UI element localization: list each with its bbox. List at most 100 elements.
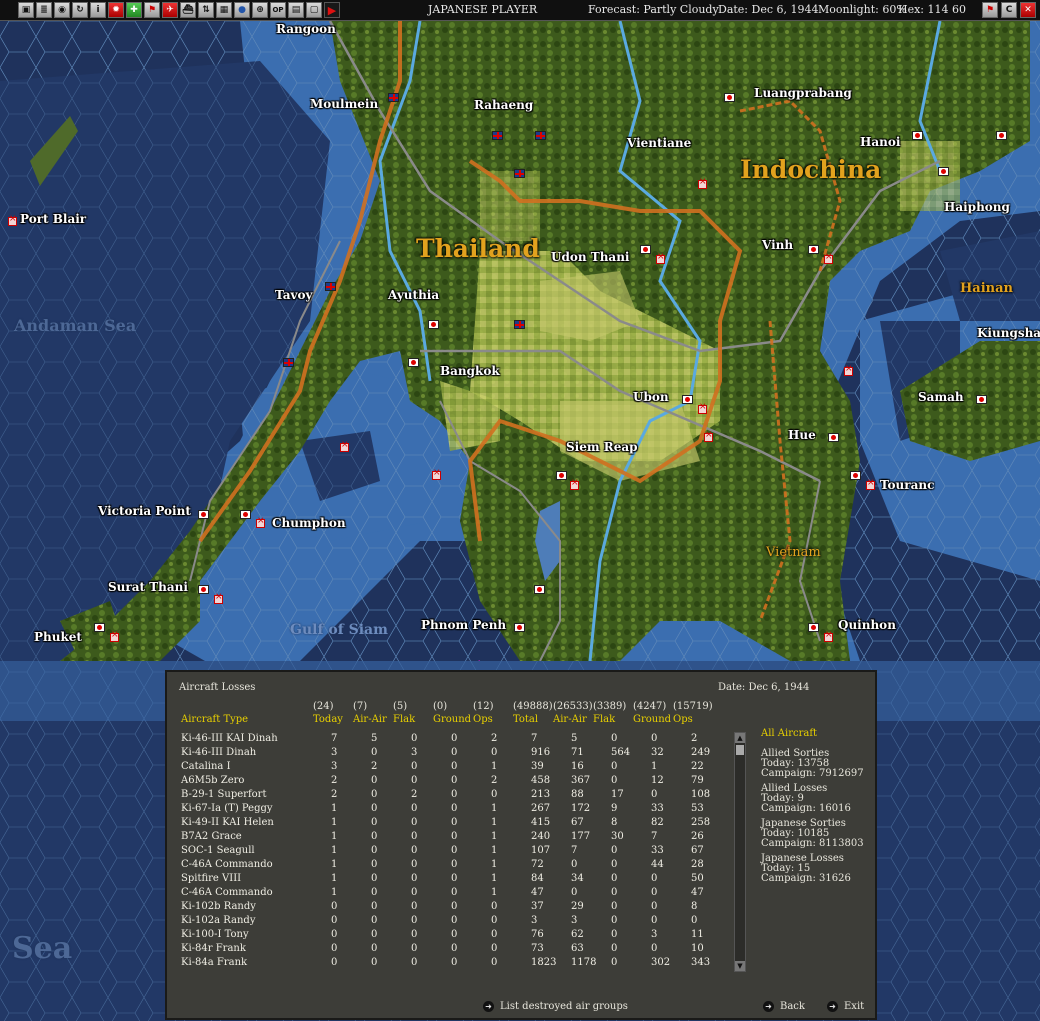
city-hanoi[interactable]: Hanoi: [860, 135, 900, 149]
japanese-unit-marker[interactable]: [514, 623, 525, 632]
city-moulmein[interactable]: Moulmein: [310, 97, 378, 111]
base-marker[interactable]: [110, 630, 119, 642]
base-marker[interactable]: [340, 440, 349, 452]
table-row[interactable]: Ki-102b Randy 0 0 0 0 0 37 29 0 0 8: [181, 901, 729, 915]
japanese-unit-marker[interactable]: [428, 320, 439, 329]
city-siem-reap[interactable]: Siem Reap: [566, 440, 638, 454]
japanese-unit-marker[interactable]: [912, 131, 923, 140]
unit-icon[interactable]: ▦: [216, 2, 232, 18]
close-icon[interactable]: ✕: [1020, 2, 1036, 18]
column-header[interactable]: Today: [313, 714, 343, 725]
table-row[interactable]: SOC-1 Seagull 1 0 0 0 1 107 7 0 33 67: [181, 845, 729, 859]
city-surat-thani[interactable]: Surat Thani: [108, 580, 188, 594]
screen-icon[interactable]: ▤: [288, 2, 304, 18]
japanese-unit-marker[interactable]: [534, 585, 545, 594]
flag-icon[interactable]: ⚑: [982, 2, 998, 18]
end-turn-icon[interactable]: ▶: [324, 2, 340, 18]
allied-unit-marker[interactable]: [535, 131, 546, 140]
japanese-unit-marker[interactable]: [976, 395, 987, 404]
japanese-unit-marker[interactable]: [556, 471, 567, 480]
city-rangoon[interactable]: Rangoon: [276, 22, 336, 36]
city-phuket[interactable]: Phuket: [34, 630, 82, 644]
city-ubon[interactable]: Ubon: [633, 390, 669, 404]
table-row[interactable]: A6M5b Zero 2 0 0 0 2 458 367 0 12 79: [181, 775, 729, 789]
ship-icon[interactable]: ⛴: [180, 2, 196, 18]
allied-unit-marker[interactable]: [283, 358, 294, 367]
table-row[interactable]: Ki-100-I Tony 0 0 0 0 0 76 62 0 3 11: [181, 929, 729, 943]
table-row[interactable]: Ki-49-II KAI Helen 1 0 0 0 1 415 67 8 82 258: [181, 817, 729, 831]
column-header[interactable]: Flak: [593, 714, 615, 725]
base-marker[interactable]: [256, 516, 265, 528]
japanese-unit-marker[interactable]: [996, 131, 1007, 140]
table-row[interactable]: Ki-67-Ia (T) Peggy 1 0 0 0 1 267 172 9 33 53: [181, 803, 729, 817]
base-marker[interactable]: [844, 364, 853, 376]
report-icon[interactable]: ◉: [54, 2, 70, 18]
op-icon[interactable]: OP: [270, 2, 286, 18]
table-row[interactable]: C-46A Commando 1 0 0 0 1 47 0 0 0 47: [181, 887, 729, 901]
list-icon[interactable]: ≣: [36, 2, 52, 18]
exit-button[interactable]: ➜ Exit: [827, 1001, 864, 1012]
city-quinhon[interactable]: Quinhon: [838, 618, 896, 632]
allied-unit-marker[interactable]: [514, 169, 525, 178]
back-button[interactable]: ➜ Back: [763, 1001, 805, 1012]
scroll-up-icon[interactable]: ▲: [735, 733, 745, 743]
japanese-unit-marker[interactable]: [198, 510, 209, 519]
japanese-unit-marker[interactable]: [850, 471, 861, 480]
base-marker[interactable]: [698, 402, 707, 414]
table-row[interactable]: Ki-102a Randy 0 0 0 0 0 3 3 0 0 0: [181, 915, 729, 929]
japanese-unit-marker[interactable]: [408, 358, 419, 367]
city-tavoy[interactable]: Tavoy: [275, 288, 313, 302]
city-port-blair[interactable]: Port Blair: [20, 212, 86, 226]
table-row[interactable]: Catalina I 3 2 0 0 1 39 16 0 1 22: [181, 761, 729, 775]
city-bangkok[interactable]: Bangkok: [440, 364, 500, 378]
base-marker[interactable]: [824, 630, 833, 642]
allied-unit-marker[interactable]: [388, 93, 399, 102]
city-ayuthia[interactable]: Ayuthia: [388, 288, 439, 302]
jp-flag-icon[interactable]: ✹: [108, 2, 124, 18]
column-header[interactable]: Air-Air: [553, 714, 587, 725]
column-header[interactable]: Ops: [673, 714, 693, 725]
info-icon[interactable]: i: [90, 2, 106, 18]
city-rahaeng[interactable]: Rahaeng: [474, 98, 533, 112]
allied-unit-marker[interactable]: [514, 320, 525, 329]
save-icon[interactable]: ▣: [18, 2, 34, 18]
scroll-thumb[interactable]: [736, 745, 744, 755]
table-row[interactable]: Ki-46-III KAI Dinah 7 5 0 0 2 7 5 0 0 2: [181, 733, 729, 747]
losses-scrollbar[interactable]: ▲ ▼: [734, 732, 746, 972]
city-vientiane[interactable]: Vientiane: [627, 136, 691, 150]
city-chumphon[interactable]: Chumphon: [272, 516, 346, 530]
base-marker[interactable]: [432, 468, 441, 480]
japanese-unit-marker[interactable]: [808, 245, 819, 254]
japanese-unit-marker[interactable]: [724, 93, 735, 102]
table-row[interactable]: C-46A Commando 1 0 0 0 1 72 0 0 44 28: [181, 859, 729, 873]
table-row[interactable]: Ki-46-III Dinah 3 0 3 0 0 916 71 564 32 249: [181, 747, 729, 761]
c-icon[interactable]: C: [1001, 2, 1017, 18]
base-marker[interactable]: [214, 592, 223, 604]
aircraft-type-header[interactable]: Aircraft Type: [181, 714, 248, 725]
city-samah[interactable]: Samah: [918, 390, 964, 404]
column-header[interactable]: Ground: [633, 714, 671, 725]
city-kiungsha[interactable]: Kiungsha: [977, 326, 1040, 340]
column-header[interactable]: Ops: [473, 714, 493, 725]
table-row[interactable]: Spitfire VIII 1 0 0 0 1 84 34 0 0 50: [181, 873, 729, 887]
aircraft-filter-label[interactable]: All Aircraft: [761, 728, 817, 739]
minimap-icon[interactable]: ▢: [306, 2, 322, 18]
globe-icon[interactable]: ●: [234, 2, 250, 18]
japanese-unit-marker[interactable]: [240, 510, 251, 519]
city-udon-thani[interactable]: Udon Thani: [551, 250, 629, 264]
city-touranc[interactable]: Touranc: [880, 478, 934, 492]
city-luangprabang[interactable]: Luangprabang: [754, 86, 852, 100]
allied-unit-marker[interactable]: [492, 131, 503, 140]
base-marker[interactable]: [8, 214, 17, 226]
city-vinh[interactable]: Vinh: [762, 238, 793, 252]
aircraft-icon[interactable]: ✈: [162, 2, 178, 18]
list-destroyed-air-groups-button[interactable]: ➜ List destroyed air groups: [483, 1001, 628, 1012]
base-marker[interactable]: [824, 252, 833, 264]
fleet-icon[interactable]: ⚑: [144, 2, 160, 18]
japanese-unit-marker[interactable]: [828, 433, 839, 442]
column-header[interactable]: Air-Air: [353, 714, 387, 725]
japanese-unit-marker[interactable]: [640, 245, 651, 254]
stats-filter[interactable]: All Aircraft: [761, 729, 817, 739]
army-icon[interactable]: ✚: [126, 2, 142, 18]
base-marker[interactable]: [698, 177, 707, 189]
